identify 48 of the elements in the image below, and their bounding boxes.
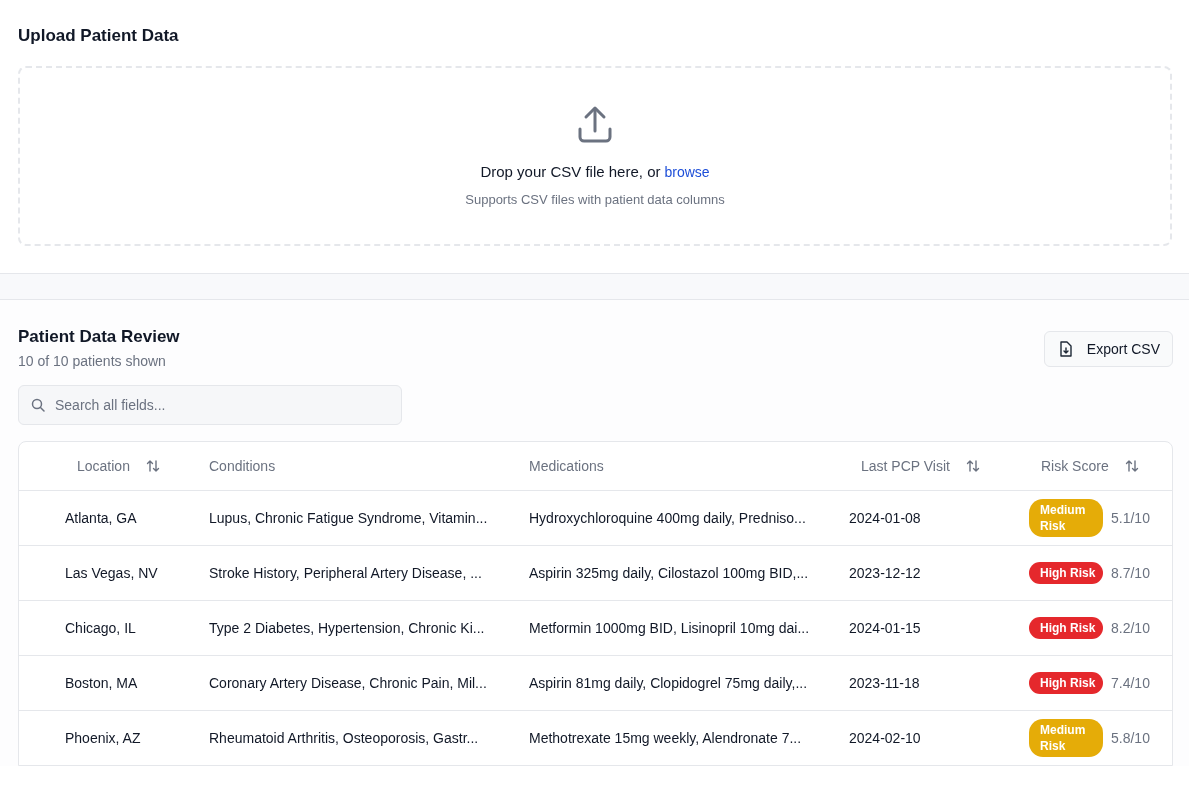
risk-badge: High Risk: [1029, 562, 1103, 584]
sort-icon: [1124, 459, 1139, 473]
table-cell-text: Stroke History, Peripheral Artery Disease, ...: [209, 564, 483, 583]
table-cell-text: Metformin 1000mg BID, Lisinopril 10mg dai...: [529, 619, 811, 638]
drop-zone[interactable]: Drop your CSV file here, or browse Supports CSV files with patient data columns: [18, 66, 1172, 246]
sort-icon: [966, 459, 980, 473]
risk-badge: Medium Risk: [1029, 719, 1103, 757]
risk-score: 7.4/10: [1111, 675, 1150, 691]
table-cell-text: 2024-02-10: [849, 729, 922, 748]
column-header[interactable]: Risk Score: [1029, 458, 1172, 474]
risk-badge: High Risk: [1029, 617, 1103, 639]
sort-icon: [145, 459, 160, 473]
table-cell-text: Chicago, IL: [64, 619, 137, 638]
table-cell-text: Las Vegas, NV: [64, 564, 159, 583]
table-cell-text: Lupus, Chronic Fatigue Syndrome, Vitamin...: [209, 509, 489, 528]
table-cell-text: 2024-01-08: [849, 509, 922, 528]
patient-count: 10 of 10 patients shown: [18, 353, 167, 369]
table-cell-text: 2023-12-12: [849, 564, 922, 583]
drop-prompt: Drop your CSV file here, or: [480, 163, 661, 180]
table-cell-text: Hydroxychloroquine 400mg daily, Predniso...: [529, 509, 807, 528]
risk-badge: Medium Risk: [1029, 499, 1103, 537]
section-title: Patient Data Review: [18, 327, 180, 347]
table-cell-text: 2023-11-18: [849, 674, 921, 693]
column-header: Medications: [529, 458, 605, 474]
table-cell-text: Type 2 Diabetes, Hypertension, Chronic Ki...: [209, 619, 486, 638]
column-header[interactable]: Last PCP Visit: [849, 458, 1029, 474]
risk-score: 8.7/10: [1111, 565, 1150, 581]
browse-link[interactable]: browse: [664, 164, 710, 180]
column-header: Conditions: [209, 458, 277, 474]
risk-score: 5.8/10: [1111, 730, 1150, 746]
table-cell-text: Rheumatoid Arthritis, Osteoporosis, Gastr...: [209, 729, 480, 748]
table-cell-text: Boston, MA: [64, 674, 139, 693]
table-cell-text: Phoenix, AZ: [64, 729, 142, 748]
export-button[interactable]: Export CSV: [1043, 331, 1173, 367]
table-cell-text: Aspirin 81mg daily, Clopidogrel 75mg daily,...: [529, 674, 809, 693]
column-header[interactable]: Location: [19, 458, 209, 474]
table-cell-text: Aspirin 325mg daily, Cilostazol 100mg BID,...: [529, 564, 810, 583]
risk-badge: High Risk: [1029, 672, 1103, 694]
table-cell-text: Methotrexate 15mg weekly, Alendronate 7...: [529, 729, 803, 748]
table-cell-text: Coronary Artery Disease, Chronic Pain, Mil...: [209, 674, 488, 693]
risk-score: 5.1/10: [1111, 510, 1150, 526]
risk-score: 8.2/10: [1111, 620, 1150, 636]
table-cell-text: Atlanta, GA: [64, 509, 138, 528]
drop-hint: Supports CSV files with patient data columns: [465, 192, 725, 207]
section-title: Upload Patient Data: [18, 26, 180, 46]
search-field[interactable]: Search all fields...: [18, 385, 402, 425]
table-cell-text: 2024-01-15: [849, 619, 922, 638]
file-download-icon: [1058, 341, 1073, 357]
